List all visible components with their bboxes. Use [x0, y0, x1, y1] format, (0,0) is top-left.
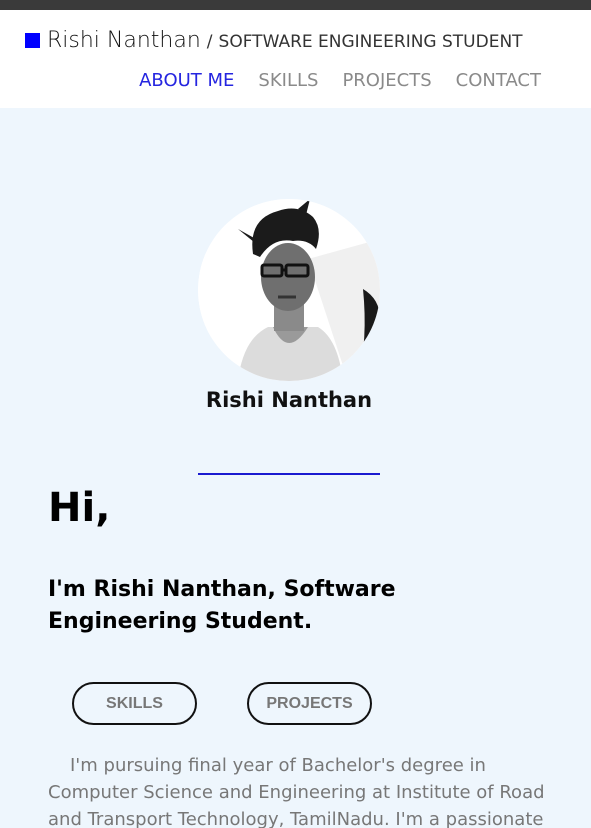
nav-contact[interactable]: CONTACT	[456, 70, 541, 91]
nav-skills[interactable]: SKILLS	[258, 70, 318, 91]
about-section: Rishi Nanthan Hi, I'm Rishi Nanthan, Sof…	[0, 108, 591, 828]
skills-button[interactable]: SKILLS	[72, 682, 197, 725]
brand-subtitle: SOFTWARE ENGINEERING STUDENT	[218, 32, 523, 52]
browser-top-strip	[0, 0, 591, 10]
nav-projects[interactable]: PROJECTS	[342, 70, 431, 91]
brand[interactable]: Rishi Nanthan / SOFTWARE ENGINEERING STU…	[25, 28, 523, 53]
brand-separator: /	[206, 32, 213, 52]
avatar	[198, 199, 380, 381]
profile-name: Rishi Nanthan	[205, 388, 373, 412]
avatar-photo-icon	[198, 199, 380, 381]
brand-square-icon	[25, 33, 40, 48]
main-nav: ABOUT ME SKILLS PROJECTS CONTACT	[115, 70, 541, 91]
profile-divider	[198, 473, 380, 475]
site-header: Rishi Nanthan / SOFTWARE ENGINEERING STU…	[0, 10, 591, 108]
projects-button[interactable]: PROJECTS	[247, 682, 372, 725]
greeting-heading: Hi,	[48, 485, 111, 531]
brand-name: Rishi Nanthan	[47, 28, 201, 53]
nav-about-me[interactable]: ABOUT ME	[139, 70, 234, 91]
intro-heading: I'm Rishi Nanthan, Software Engineering …	[48, 577, 396, 634]
bio-paragraph: I'm pursuing final year of Bachelor's de…	[48, 755, 545, 828]
